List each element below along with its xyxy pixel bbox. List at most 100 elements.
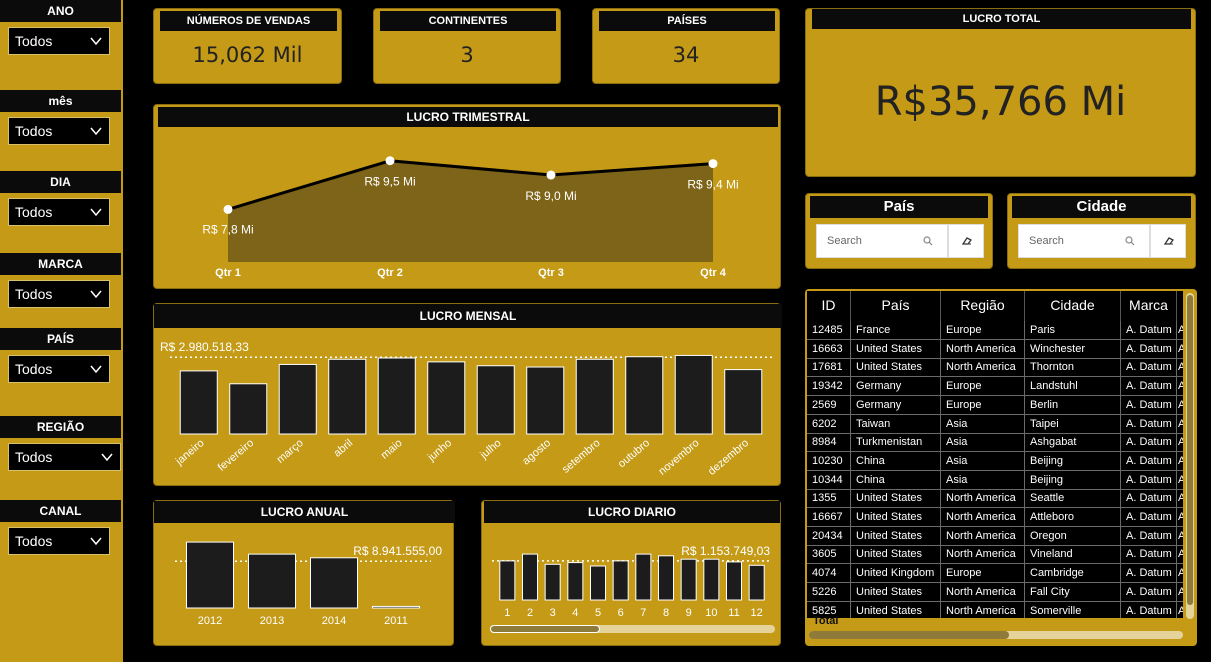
table-body[interactable]: 12485 France Europe Paris A. Datum A 16663 Unit…: [807, 321, 1183, 618]
x-tick-label: 12: [751, 607, 763, 619]
filter-dropdown[interactable]: Todos: [8, 527, 110, 555]
bar: [590, 565, 606, 601]
table-cell: Germany: [851, 377, 941, 396]
table-row[interactable]: 16663 United States North America Wincheste…: [807, 339, 1183, 359]
kpi-title-lucro-total: LUCRO TOTAL: [812, 9, 1191, 29]
filter-title: REGIÃO: [0, 416, 121, 438]
bar: [674, 354, 713, 435]
table-row[interactable]: 6202 Taiwan Asia Taipei A. Datum A: [807, 414, 1183, 434]
horizontal-scrollbar[interactable]: [809, 631, 1183, 639]
table-cell: A: [1178, 398, 1183, 411]
chart-card-trimestral: LUCRO TRIMESTRAL R$ 7,8 Mi Qtr 1 R$ 9,5 Mi…: [153, 104, 781, 289]
clear-search-button-cidade[interactable]: [1150, 224, 1186, 258]
table-row[interactable]: 10344 China Asia Beijing A. Datum A: [807, 470, 1183, 490]
bar: [522, 553, 538, 601]
x-tick-label: outubro: [616, 437, 652, 470]
column-header[interactable]: País: [851, 291, 941, 321]
x-tick-label: março: [275, 437, 306, 466]
x-tick-label: 2013: [260, 615, 284, 627]
search-icon: [923, 236, 933, 246]
x-tick-label: abril: [332, 437, 356, 460]
table-cell: 10344: [807, 470, 851, 489]
chart-card-anual: LUCRO ANUAL R$ 8.941.555,00 2012 2013 2014 2…: [153, 500, 455, 646]
x-tick-label: janeiro: [173, 437, 207, 468]
search-input-pais[interactable]: Search: [816, 224, 948, 258]
column-header[interactable]: Marca: [1121, 291, 1177, 321]
x-tick-label: 6: [618, 607, 624, 619]
kpi-card-paises: PAÍSES 34: [592, 8, 780, 84]
search-title-cidade: Cidade: [1012, 196, 1191, 218]
table-row[interactable]: 17681 United States North America Thornton A…: [807, 358, 1183, 378]
table-row[interactable]: 10230 China Asia Beijing A. Datum A: [807, 451, 1183, 471]
x-tick-label: julho: [477, 437, 503, 462]
clear-search-button-pais[interactable]: [948, 224, 984, 258]
table-row[interactable]: 16667 United States North America Attleboro…: [807, 508, 1183, 527]
table-cell: A: [1178, 361, 1183, 374]
search-input-cidade[interactable]: Search: [1018, 224, 1150, 258]
table-cell: A: [1178, 585, 1183, 598]
vertical-scrollbar[interactable]: [1186, 293, 1194, 619]
filter-dropdown[interactable]: Todos: [8, 443, 121, 471]
table-cell: A. Datum: [1121, 395, 1177, 414]
filter-dropdown[interactable]: Todos: [8, 280, 110, 308]
table-row[interactable]: 12485 France Europe Paris A. Datum A: [807, 321, 1183, 340]
x-tick-label: 4: [572, 607, 578, 619]
table-cell: Beijing: [1025, 451, 1121, 470]
chart-card-mensal: LUCRO MENSAL R$ 2.980.518,33 janeiro fever…: [153, 303, 782, 486]
kpi-title-continentes: CONTINENTES: [380, 11, 556, 31]
data-label: R$ 9,5 Mi: [364, 175, 415, 189]
table-cell: A. Datum: [1121, 414, 1177, 433]
bar: [680, 558, 697, 601]
x-tick-label: dezembro: [706, 437, 751, 478]
reference-line-label: R$ 1.153.749,03: [681, 544, 770, 558]
kpi-value-lucro-total: R$35,766 Mi: [874, 79, 1127, 125]
scrollbar-thumb[interactable]: [1187, 295, 1193, 605]
column-header[interactable]: Região: [941, 291, 1025, 321]
table-row[interactable]: 3605 United States North America Vineland A.…: [807, 545, 1183, 565]
scrollbar-thumb[interactable]: [490, 625, 600, 633]
column-header[interactable]: ID: [807, 291, 851, 321]
table-row[interactable]: 1355 United States North America Seattle A. …: [807, 489, 1183, 509]
x-tick-label: 2011: [384, 615, 408, 627]
horizontal-scrollbar[interactable]: [490, 625, 775, 633]
bar: [179, 370, 218, 435]
table-cell: North America: [941, 526, 1025, 545]
data-label: R$ 9,0 Mi: [525, 189, 576, 203]
scrollbar-thumb[interactable]: [809, 631, 1009, 639]
table-cell: Paris: [1025, 321, 1121, 339]
chevron-down-icon: [90, 127, 102, 136]
bar: [526, 366, 565, 435]
kpi-card-vendas: NÚMEROS DE VENDAS 15,062 Mil: [153, 8, 342, 84]
table-cell: A: [1178, 473, 1183, 486]
table-cell: A. Datum: [1121, 545, 1177, 564]
kpi-card-lucro-total: LUCRO TOTAL R$35,766 Mi: [805, 8, 1196, 177]
filter-dropdown[interactable]: Todos: [8, 198, 110, 226]
table-cell: North America: [941, 508, 1025, 526]
table-cell: A. Datum: [1121, 489, 1177, 508]
x-tick-label: novembro: [656, 437, 701, 478]
column-header[interactable]: Cidade: [1025, 291, 1121, 321]
filter-dropdown[interactable]: Todos: [8, 27, 110, 55]
table-cell: United States: [851, 526, 941, 545]
data-label: R$ 7,8 Mi: [202, 222, 253, 236]
bar: [186, 541, 234, 609]
table-row[interactable]: 20434 United States North America Oregon A. …: [807, 526, 1183, 546]
table-cell: North America: [941, 545, 1025, 564]
table-cell: Germany: [851, 395, 941, 414]
table-cell: A: [1178, 436, 1183, 449]
table-row[interactable]: 4074 United Kingdom Europe Cambridge A. Datu…: [807, 564, 1183, 584]
table-cell: 6202: [807, 414, 851, 433]
table-cell: United States: [851, 582, 941, 601]
table-cell: A: [1178, 511, 1183, 523]
table-row[interactable]: 5226 United States North America Fall City A…: [807, 582, 1183, 602]
table-row[interactable]: 2569 Germany Europe Berlin A. Datum A: [807, 395, 1183, 415]
table-cell: A. Datum: [1121, 582, 1177, 601]
filter-dropdown[interactable]: Todos: [8, 117, 110, 145]
filter-dropdown-value: Todos: [15, 33, 53, 49]
bar: [612, 560, 629, 601]
table-row[interactable]: 19342 Germany Europe Landstuhl A. Datum A: [807, 377, 1183, 397]
table-row[interactable]: 8984 Turkmenistan Asia Ashgabat A. Datum A: [807, 433, 1183, 453]
filter-dropdown[interactable]: Todos: [8, 355, 110, 383]
bar: [724, 369, 763, 435]
x-tick-label: 7: [640, 607, 646, 619]
